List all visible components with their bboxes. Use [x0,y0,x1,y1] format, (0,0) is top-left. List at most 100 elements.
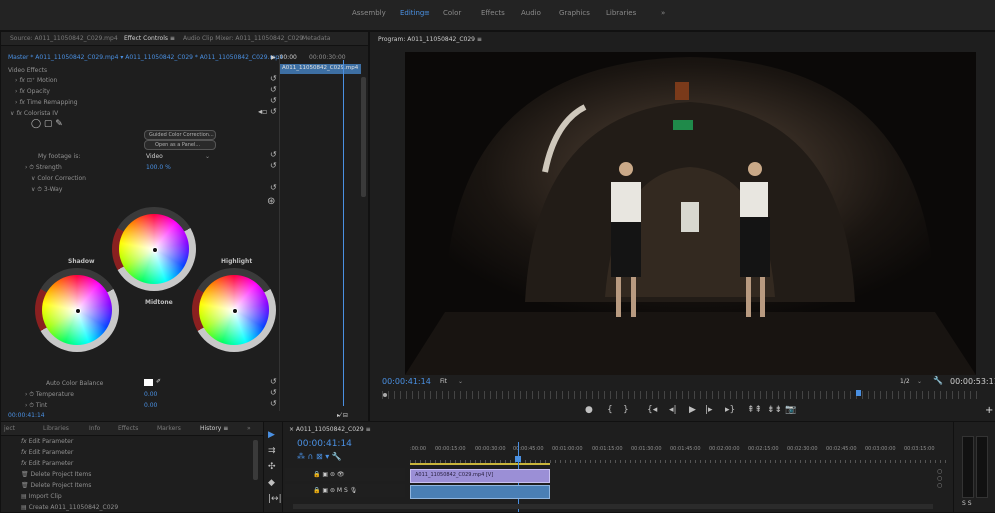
scrubber-start-handle[interactable] [383,393,387,397]
mark-in-icon[interactable]: { [607,405,613,415]
tab-audio-clip-mixer[interactable]: Audio Clip Mixer: A011_11050842_C029 [183,35,303,42]
v1-track-controls[interactable]: 🔒 ▣ ⊜ 👁 [313,471,345,478]
go-to-in-icon[interactable]: {◂ [647,405,657,415]
ws-assembly[interactable]: Assembly [352,9,386,17]
step-back-icon[interactable]: ◂| [669,405,677,415]
tab-info[interactable]: Info [89,425,100,432]
tint-value[interactable]: 0.00 [144,402,157,409]
history-item[interactable]: 🗑 Delete Project Items [21,482,91,489]
play-icon[interactable]: ▶ [689,405,696,415]
timeline-tab[interactable]: × A011_11050842_C029 ≡ [289,426,371,433]
tab-libraries[interactable]: Libraries [43,425,69,432]
footage-chevron-icon[interactable]: ⌄ [205,153,210,160]
ec-timecode[interactable]: 00:00:41:14 [8,412,45,419]
ripple-edit-tool-icon[interactable]: ✣ [268,462,276,472]
timeline-tools-icons[interactable]: ⁂ ∩ ⊠ ▾ 🔧 [297,452,342,461]
3way-reset-dial-icon[interactable]: ⊛ [267,196,275,207]
eyedropper-icon[interactable]: ✐ [156,378,161,385]
tab-history[interactable]: History ≡ [200,425,228,432]
reset-3way-icon[interactable]: ↺ [270,183,277,192]
a1-track-controls[interactable]: 🔒 ▣ ⊜ M S 🎙 [313,487,357,494]
meter-solo-icons[interactable]: S S [962,500,972,507]
history-scrollbar[interactable] [253,440,258,480]
video-frame[interactable] [405,52,976,375]
mark-out-icon[interactable]: } [623,405,629,415]
mask-tools-icon[interactable]: ◯ ▢ ✎ [31,119,63,129]
settings-wrench-icon[interactable]: 🔧 [933,376,943,385]
program-title[interactable]: Program: A011_11050842_C029 ≡ [378,36,482,43]
reset-motion-icon[interactable]: ↺ [270,74,277,83]
history-item[interactable]: fx Edit Parameter [21,460,73,467]
guided-cc-button[interactable]: Guided Color Correction... [144,130,216,140]
razor-tool-icon[interactable]: ◆ [268,478,275,488]
reset-colorista-icon[interactable]: ↺ [270,107,277,116]
timeline-scrollbar[interactable] [293,504,933,509]
reset-footage-icon[interactable]: ↺ [270,150,277,159]
reset-balance-icon[interactable]: ↺ [270,377,277,386]
reset-temp-icon[interactable]: ↺ [270,388,277,397]
ec-scrollbar[interactable] [361,77,366,197]
slip-tool-icon[interactable]: |↔| [268,494,282,504]
midtone-wheel[interactable] [112,207,196,291]
tab-project[interactable]: ject [4,425,15,432]
open-panel-button[interactable]: Open as a Panel... [144,140,216,150]
add-button-icon[interactable]: + [985,405,993,416]
shadow-wheel[interactable] [35,268,119,352]
tab-effects[interactable]: Effects [118,425,138,432]
history-item[interactable]: ▤ Create A011_11050842_C029 [21,504,118,511]
step-forward-icon[interactable]: |▸ [705,405,713,415]
resolution-dropdown[interactable]: 1/2 [900,378,910,385]
ec-clip-bar[interactable]: A011_11050842_C029.mp4 [279,64,361,74]
selection-tool-icon[interactable]: ▶ [268,430,275,440]
history-item[interactable]: fx Edit Parameter [21,449,73,456]
tab-source[interactable]: Source: A011_11050842_C029.mp4 [10,35,118,42]
resolution-chevron-icon[interactable]: ⌄ [917,378,922,385]
ws-color[interactable]: Color [443,9,461,17]
reset-time-icon[interactable]: ↺ [270,96,277,105]
tab-markers[interactable]: Markers [157,425,181,432]
ws-overflow-icon[interactable]: » [661,9,665,17]
ec-playhead[interactable] [343,60,344,406]
ws-editing-menu-icon[interactable]: ≡ [424,9,430,17]
auto-balance-swatch[interactable] [144,379,153,386]
tab-overflow-icon[interactable]: » [247,425,251,432]
ws-editing[interactable]: Editing [400,9,424,17]
lift-icon[interactable]: ⇞⇞ [747,405,762,415]
clip-path[interactable]: Master * A011_11050842_C029.mp4 ▾ A011_1… [8,54,283,61]
ws-audio[interactable]: Audio [521,9,541,17]
tab-effect-controls[interactable]: Effect Controls ≡ [124,35,175,42]
reset-opacity-icon[interactable]: ↺ [270,85,277,94]
ws-effects[interactable]: Effects [481,9,505,17]
history-item[interactable]: fx Edit Parameter [21,438,73,445]
ws-graphics[interactable]: Graphics [559,9,590,17]
timeline-ruler[interactable]: :00:00 00:00:15:00 00:00:30:00 00:00:45:… [410,446,950,456]
program-scrubber[interactable] [382,391,982,399]
export-frame-icon[interactable]: 📷 [785,405,796,415]
ec-footer-icons[interactable]: ▸⁄ ⊟ [337,412,348,419]
history-item[interactable]: ▤ Import Clip [21,493,62,500]
footage-dropdown[interactable]: Video [146,153,163,160]
fit-dropdown[interactable]: Fit [440,378,447,385]
work-area-bar[interactable] [410,463,550,465]
reset-tint-icon[interactable]: ↺ [270,399,277,408]
program-playhead[interactable] [856,390,861,396]
extract-icon[interactable]: ⇟⇟ [767,405,782,415]
tab-metadata[interactable]: Metadata [302,35,330,42]
reset-strength-icon[interactable]: ↺ [270,161,277,170]
fit-chevron-icon[interactable]: ⌄ [458,378,463,385]
timeline-playhead-handle[interactable] [515,456,521,462]
program-timecode[interactable]: 00:00:41:14 [382,377,431,386]
audio-clip[interactable] [410,485,550,499]
add-marker-icon[interactable]: ● [585,405,593,415]
go-to-out-icon[interactable]: ▸} [725,405,735,415]
strength-value[interactable]: 100.0 % [146,164,171,171]
timeline-timecode[interactable]: 00:00:41:14 [297,439,352,449]
history-item[interactable]: 🗑 Delete Project Items [21,471,91,478]
temperature-value[interactable]: 0.00 [144,391,157,398]
video-clip[interactable]: A011_11050842_C029.mp4 [V] [410,469,550,483]
keyframe-icon[interactable]: ◂▫ [258,107,267,116]
timeline-side-circles[interactable]: ○ ○ ○ [937,468,942,489]
highlight-wheel[interactable] [192,268,276,352]
ws-libraries[interactable]: Libraries [606,9,636,17]
track-select-tool-icon[interactable]: ⇉ [268,446,276,456]
